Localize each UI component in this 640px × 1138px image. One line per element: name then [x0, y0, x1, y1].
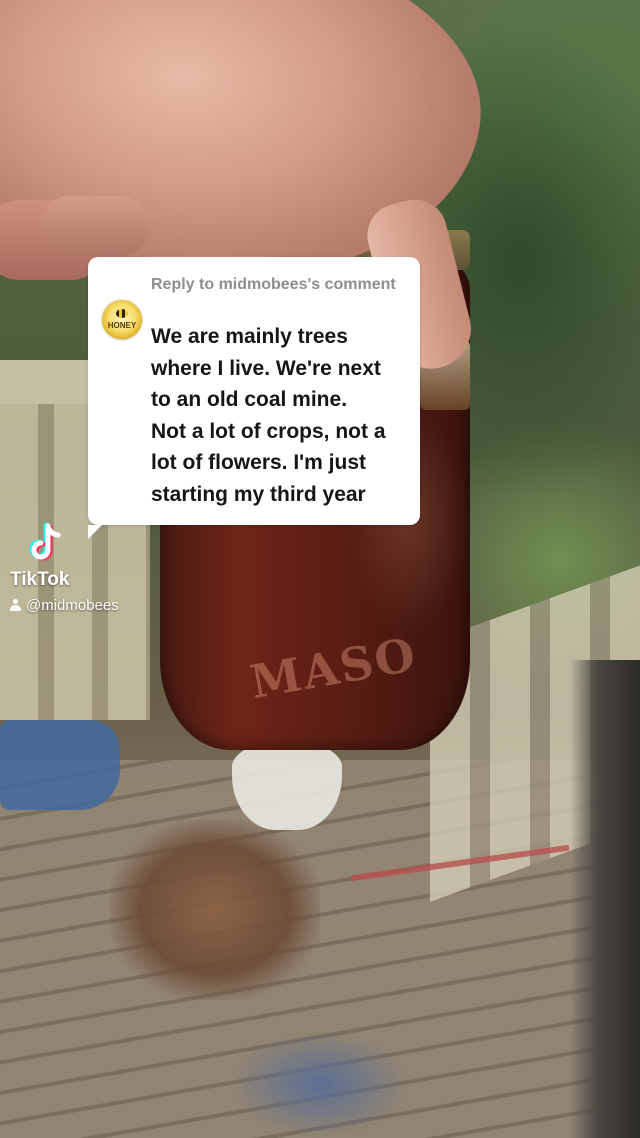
finger — [40, 196, 150, 256]
avatar-logo-text: HONEY — [107, 321, 137, 330]
commenter-avatar[interactable]: HONEY — [101, 299, 143, 341]
deck-clutter — [110, 820, 320, 1000]
white-bucket — [232, 740, 342, 830]
deck-clutter-blue — [230, 1030, 410, 1138]
reply-comment-text: We are mainly trees where I live. We're … — [151, 325, 386, 506]
reply-header: Reply to midmobees's comment — [151, 276, 396, 293]
door-frame — [570, 660, 640, 1138]
bee-icon — [116, 309, 128, 318]
creator-handle: @midmobees — [26, 597, 119, 614]
blue-tarp — [0, 720, 120, 810]
tiktok-user-row: @midmobees — [10, 597, 119, 614]
reply-comment-card[interactable]: Reply to midmobees's comment HONEY We ar… — [88, 257, 420, 539]
tiktok-note-icon — [29, 522, 61, 561]
person-icon — [10, 599, 21, 612]
background-photo: MASO — [0, 0, 640, 1138]
tiktok-wordmark: TikTok — [10, 569, 70, 590]
